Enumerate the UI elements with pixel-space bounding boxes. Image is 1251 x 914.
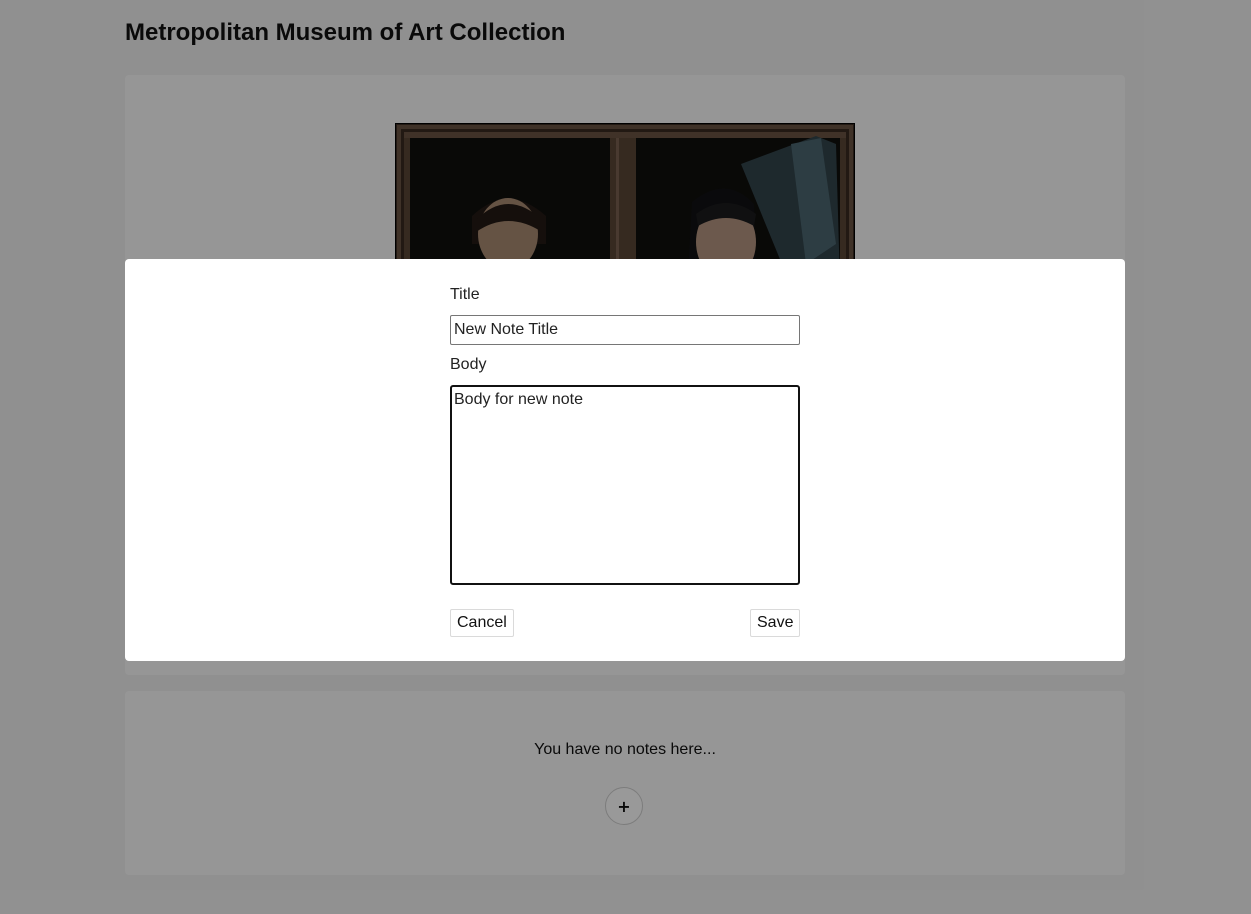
cancel-button[interactable]: Cancel bbox=[450, 609, 514, 637]
save-button[interactable]: Save bbox=[750, 609, 800, 637]
note-editor-modal: Title Body Body for new note Cancel Save bbox=[125, 259, 1125, 661]
body-label: Body bbox=[450, 356, 487, 373]
title-label: Title bbox=[450, 286, 480, 303]
body-textarea[interactable]: Body for new note bbox=[450, 385, 800, 585]
title-input[interactable] bbox=[450, 315, 800, 345]
